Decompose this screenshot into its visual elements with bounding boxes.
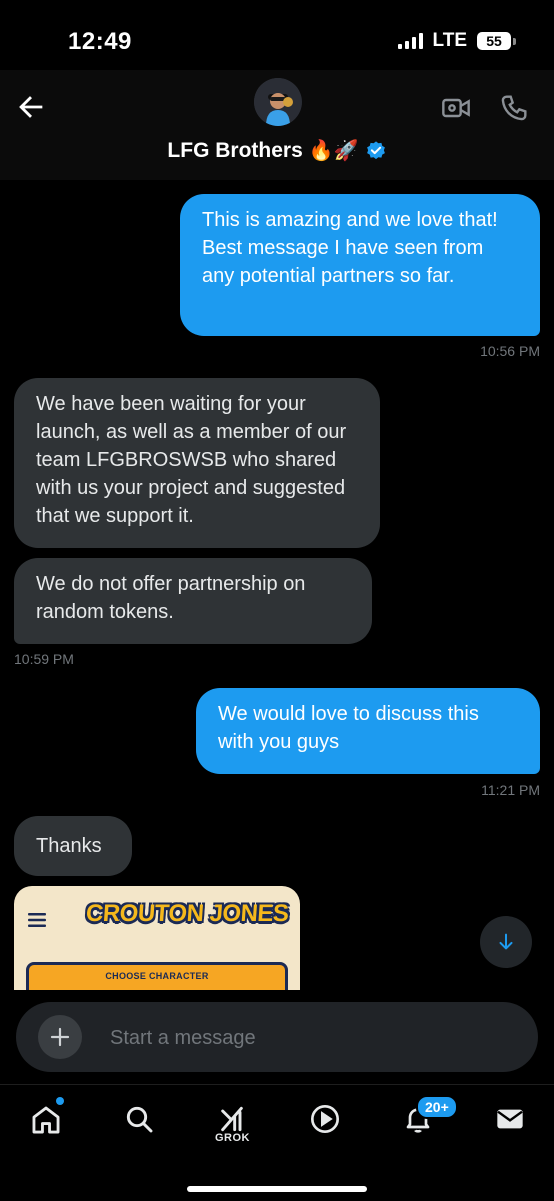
- message-bubble-incoming[interactable]: Thanks: [14, 816, 132, 876]
- hamburger-menu-icon: [28, 913, 46, 927]
- scroll-to-bottom-button[interactable]: [480, 916, 532, 968]
- back-arrow-icon[interactable]: [14, 90, 48, 124]
- signal-icon: [397, 33, 423, 49]
- image-attachment[interactable]: CROUTON JONES CHOOSE CHARACTER: [14, 886, 300, 990]
- status-bar: 12:49 LTE 55: [0, 0, 554, 70]
- envelope-icon: [497, 1109, 523, 1129]
- message-bubble-outgoing[interactable]: This is amazing and we love that! Best m…: [180, 194, 540, 336]
- name-emoji: 🔥🚀: [308, 140, 359, 162]
- nav-home[interactable]: [26, 1103, 66, 1143]
- clock: 12:49: [68, 28, 132, 55]
- grok-icon: [221, 1106, 243, 1132]
- message-timestamp: 10:59 PM: [14, 651, 74, 667]
- message-timestamp: 10:56 PM: [480, 343, 540, 359]
- verified-badge-icon: [366, 140, 385, 159]
- nav-video[interactable]: [305, 1103, 345, 1143]
- attachment-panel-label: CHOOSE CHARACTER: [105, 971, 209, 981]
- home-icon: [32, 1106, 60, 1134]
- plus-icon: [50, 1027, 70, 1047]
- message-input[interactable]: [108, 1020, 462, 1056]
- contact-name[interactable]: LFG Brothers: [167, 139, 302, 163]
- arrow-down-icon: [499, 933, 513, 950]
- video-call-icon[interactable]: [440, 92, 472, 124]
- bottom-nav: GROK 20+: [0, 1084, 554, 1201]
- conversation-header: LFG Brothers 🔥🚀: [0, 70, 554, 180]
- avatar[interactable]: [254, 78, 302, 126]
- add-media-button[interactable]: [38, 1015, 82, 1059]
- message-bubble-outgoing[interactable]: We would love to discuss this with you g…: [196, 688, 540, 774]
- message-bubble-incoming[interactable]: We have been waiting for your launch, as…: [14, 378, 380, 548]
- voice-message-icon[interactable]: [482, 1021, 512, 1053]
- attachment-logo: CROUTON JONES: [85, 900, 290, 927]
- network-type: LTE: [432, 30, 467, 51]
- search-icon: [126, 1106, 153, 1133]
- play-circle-icon: [311, 1105, 339, 1133]
- battery-level: 55: [477, 32, 511, 50]
- notifications-badge: 20+: [416, 1095, 458, 1119]
- home-indicator: [187, 1186, 367, 1192]
- battery-icon: 55: [477, 32, 516, 50]
- attachment-panel: CHOOSE CHARACTER: [26, 962, 288, 990]
- grok-label: GROK: [215, 1132, 250, 1144]
- home-notification-dot: [56, 1097, 64, 1105]
- nav-search[interactable]: [119, 1103, 159, 1143]
- nav-messages[interactable]: [490, 1103, 530, 1143]
- message-composer: [16, 1002, 538, 1072]
- message-bubble-incoming[interactable]: We do not offer partnership on random to…: [14, 558, 372, 644]
- phone-call-icon[interactable]: [498, 92, 530, 124]
- message-timestamp: 11:21 PM: [481, 782, 540, 798]
